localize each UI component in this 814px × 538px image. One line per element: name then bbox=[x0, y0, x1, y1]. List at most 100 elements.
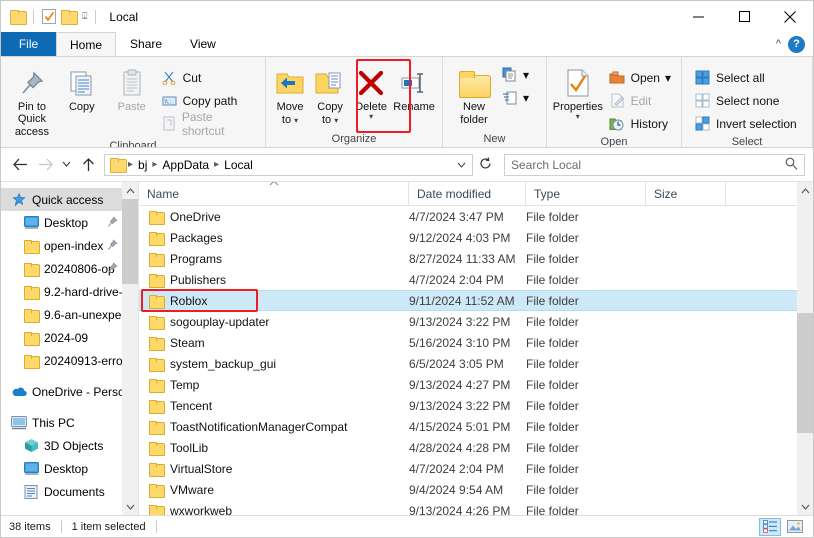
navigation-pane-scrollbar[interactable] bbox=[122, 182, 138, 515]
breadcrumb-dropdown-icon[interactable] bbox=[454, 160, 469, 170]
sidebar-item-9-6-an-unexpe[interactable]: 9.6-an-unexpe bbox=[1, 303, 122, 326]
recent-locations-button[interactable] bbox=[59, 154, 74, 176]
sidebar-item-9-2-hard-drive[interactable]: 9.2-hard-drive- bbox=[1, 280, 122, 303]
scrollbar-thumb[interactable] bbox=[797, 313, 813, 433]
table-row[interactable]: Publishers 4/7/2024 2:04 PM File folder bbox=[139, 269, 813, 290]
search-icon[interactable] bbox=[785, 157, 798, 173]
file-name: Steam bbox=[170, 335, 205, 350]
sidebar-item-documents[interactable]: Documents bbox=[1, 480, 122, 503]
scroll-up-icon[interactable] bbox=[122, 182, 138, 199]
pin-icon[interactable] bbox=[107, 262, 118, 274]
table-row[interactable]: ToolLib 4/28/2024 4:28 PM File folder bbox=[139, 437, 813, 458]
sidebar-item-onedrive[interactable]: OneDrive - Persc bbox=[1, 380, 122, 403]
new-folder-button[interactable]: New folder bbox=[451, 62, 497, 126]
column-header-name[interactable]: Name bbox=[139, 182, 409, 206]
easy-access-button[interactable]: ▾ bbox=[497, 87, 533, 108]
sidebar-item-20240806[interactable]: 20240806-op bbox=[1, 257, 122, 280]
table-row[interactable]: Programs 8/27/2024 11:33 AM File folder bbox=[139, 248, 813, 269]
breadcrumb[interactable]: ▸ bj ▸ AppData ▸ Local bbox=[104, 153, 473, 176]
file-list-scrollbar[interactable] bbox=[797, 182, 813, 515]
table-row[interactable]: sogouplay-updater 9/13/2024 3:22 PM File… bbox=[139, 311, 813, 332]
breadcrumb-item-local[interactable]: Local bbox=[222, 158, 255, 172]
select-none-button[interactable]: Select none bbox=[690, 90, 801, 111]
search-box[interactable] bbox=[504, 153, 805, 176]
pin-to-quick-access-button[interactable]: Pin to Quick access bbox=[7, 62, 57, 138]
pin-icon[interactable] bbox=[107, 216, 118, 228]
table-row[interactable]: ToastNotificationManagerCompat 4/15/2024… bbox=[139, 416, 813, 437]
select-all-button[interactable]: Select all bbox=[690, 67, 801, 88]
sidebar-item-3d-objects[interactable]: 3D Objects bbox=[1, 434, 122, 457]
table-row[interactable]: wxworkweb 9/13/2024 4:26 PM File folder bbox=[139, 500, 813, 515]
sidebar-item-quick-access[interactable]: Quick access bbox=[1, 188, 122, 211]
move-to-button[interactable]: Move to ▾ bbox=[270, 62, 310, 126]
copy-to-button[interactable]: Copy to ▾ bbox=[310, 62, 350, 126]
column-header-date-modified[interactable]: Date modified bbox=[409, 182, 526, 206]
history-button[interactable]: History bbox=[605, 113, 675, 134]
collapse-ribbon-icon[interactable]: ^ bbox=[776, 38, 781, 50]
delete-button[interactable]: Delete ▾ bbox=[350, 62, 392, 121]
customize-qat-dropdown-icon[interactable]: ⍗ bbox=[82, 12, 87, 21]
search-input[interactable] bbox=[511, 157, 785, 172]
help-icon[interactable]: ? bbox=[788, 35, 805, 53]
sidebar-item-20240913-error[interactable]: 20240913-error bbox=[1, 349, 122, 372]
easy-access-dropdown-icon[interactable]: ▾ bbox=[523, 91, 529, 105]
delete-dropdown-icon[interactable]: ▾ bbox=[369, 113, 373, 121]
tab-view[interactable]: View bbox=[176, 32, 230, 56]
details-view-button[interactable] bbox=[759, 517, 781, 536]
scroll-down-icon[interactable] bbox=[797, 498, 813, 515]
breadcrumb-item-appdata[interactable]: AppData bbox=[160, 158, 211, 172]
copy-button[interactable]: Copy bbox=[57, 62, 107, 113]
breadcrumb-item-bj[interactable]: bj bbox=[136, 158, 149, 172]
copy-path-button[interactable]: \\.. Copy path bbox=[157, 90, 259, 111]
up-button[interactable] bbox=[77, 154, 99, 176]
table-row[interactable]: OneDrive 4/7/2024 3:47 PM File folder bbox=[139, 206, 813, 227]
column-header-type[interactable]: Type bbox=[526, 182, 646, 206]
column-header-size[interactable]: Size bbox=[646, 182, 726, 206]
paste-shortcut-button[interactable]: Paste shortcut bbox=[157, 110, 259, 138]
paste-button[interactable]: Paste bbox=[107, 62, 157, 113]
properties-button[interactable]: Properties ▾ bbox=[551, 62, 605, 121]
open-dropdown-icon[interactable]: ▾ bbox=[665, 71, 671, 85]
table-row[interactable]: Steam 5/16/2024 3:10 PM File folder bbox=[139, 332, 813, 353]
table-row-selected[interactable]: Roblox 9/11/2024 11:52 AM File folder bbox=[139, 289, 813, 312]
scrollbar-thumb[interactable] bbox=[122, 199, 138, 284]
table-row[interactable]: Tencent 9/13/2024 3:22 PM File folder bbox=[139, 395, 813, 416]
refresh-button[interactable] bbox=[476, 157, 495, 173]
table-row[interactable]: VirtualStore 4/7/2024 2:04 PM File folde… bbox=[139, 458, 813, 479]
invert-selection-button[interactable]: Invert selection bbox=[690, 113, 801, 134]
table-row[interactable]: Temp 9/13/2024 4:27 PM File folder bbox=[139, 374, 813, 395]
sidebar-item-desktop[interactable]: Desktop bbox=[1, 211, 122, 234]
properties-icon[interactable] bbox=[42, 9, 56, 24]
cut-button[interactable]: Cut bbox=[157, 67, 259, 88]
tab-home[interactable]: Home bbox=[56, 32, 117, 56]
maximize-button[interactable] bbox=[721, 1, 767, 32]
tab-file[interactable]: File bbox=[1, 32, 56, 56]
cell-date: 6/5/2024 3:05 PM bbox=[409, 356, 504, 371]
table-row[interactable]: system_backup_gui 6/5/2024 3:05 PM File … bbox=[139, 353, 813, 374]
pin-icon bbox=[17, 66, 47, 100]
table-row[interactable]: VMware 9/4/2024 9:54 AM File folder bbox=[139, 479, 813, 500]
sidebar-item-2024-09[interactable]: 2024-09 bbox=[1, 326, 122, 349]
folder-icon[interactable] bbox=[10, 10, 27, 25]
new-folder-icon[interactable] bbox=[61, 10, 78, 25]
scroll-down-icon[interactable] bbox=[122, 498, 138, 515]
edit-button[interactable]: Edit bbox=[605, 90, 675, 111]
new-item-dropdown-icon[interactable]: ▾ bbox=[523, 68, 529, 82]
pin-icon[interactable] bbox=[107, 239, 118, 251]
table-row[interactable]: Packages 9/12/2024 4:03 PM File folder bbox=[139, 227, 813, 248]
open-button[interactable]: Open ▾ bbox=[605, 67, 675, 88]
minimize-button[interactable] bbox=[675, 1, 721, 32]
close-button[interactable] bbox=[767, 1, 813, 32]
rename-button[interactable]: Rename bbox=[392, 62, 436, 113]
new-item-button[interactable]: ▾ bbox=[497, 64, 533, 85]
forward-button[interactable] bbox=[34, 154, 56, 176]
sidebar-item-desktop-2[interactable]: Desktop bbox=[1, 457, 122, 480]
tab-share[interactable]: Share bbox=[116, 32, 176, 56]
back-button[interactable] bbox=[9, 154, 31, 176]
properties-dropdown-icon[interactable]: ▾ bbox=[576, 113, 580, 121]
scroll-up-icon[interactable] bbox=[797, 182, 813, 199]
large-icons-view-button[interactable] bbox=[784, 518, 806, 536]
item-count-label: 38 items bbox=[9, 520, 51, 533]
sidebar-item-this-pc[interactable]: This PC bbox=[1, 411, 122, 434]
sidebar-item-open-index[interactable]: open-index bbox=[1, 234, 122, 257]
